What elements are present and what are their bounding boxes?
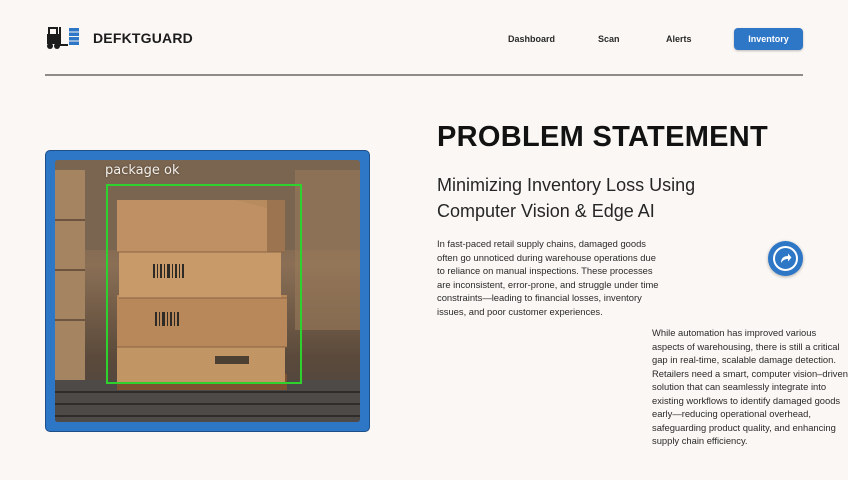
share-arrow-icon xyxy=(773,246,798,271)
nav-alerts[interactable]: Alerts xyxy=(666,34,692,44)
forklift-icon xyxy=(45,25,83,51)
boxes-illustration xyxy=(55,160,360,422)
nav-scan[interactable]: Scan xyxy=(598,34,620,44)
problem-paragraph-2: While automation has improved various as… xyxy=(652,327,848,446)
header-divider xyxy=(45,74,803,76)
brand[interactable]: DEFKTGUARD xyxy=(45,25,193,51)
nav-inventory-button[interactable]: Inventory xyxy=(734,28,803,50)
brand-name: DEFKTGUARD xyxy=(93,30,193,46)
page-title: PROBLEM STATEMENT xyxy=(437,121,769,153)
nav-dashboard[interactable]: Dashboard xyxy=(508,34,555,44)
share-button[interactable] xyxy=(768,241,803,276)
detection-image-frame: package ok xyxy=(45,150,370,432)
warehouse-boxes-image: package ok xyxy=(55,160,360,422)
problem-paragraph-1: In fast-paced retail supply chains, dama… xyxy=(437,238,659,317)
header: DEFKTGUARD Dashboard Scan Alerts Invento… xyxy=(45,22,803,54)
page-subtitle: Minimizing Inventory Loss Using Computer… xyxy=(437,175,696,221)
detection-label: package ok xyxy=(105,163,180,178)
